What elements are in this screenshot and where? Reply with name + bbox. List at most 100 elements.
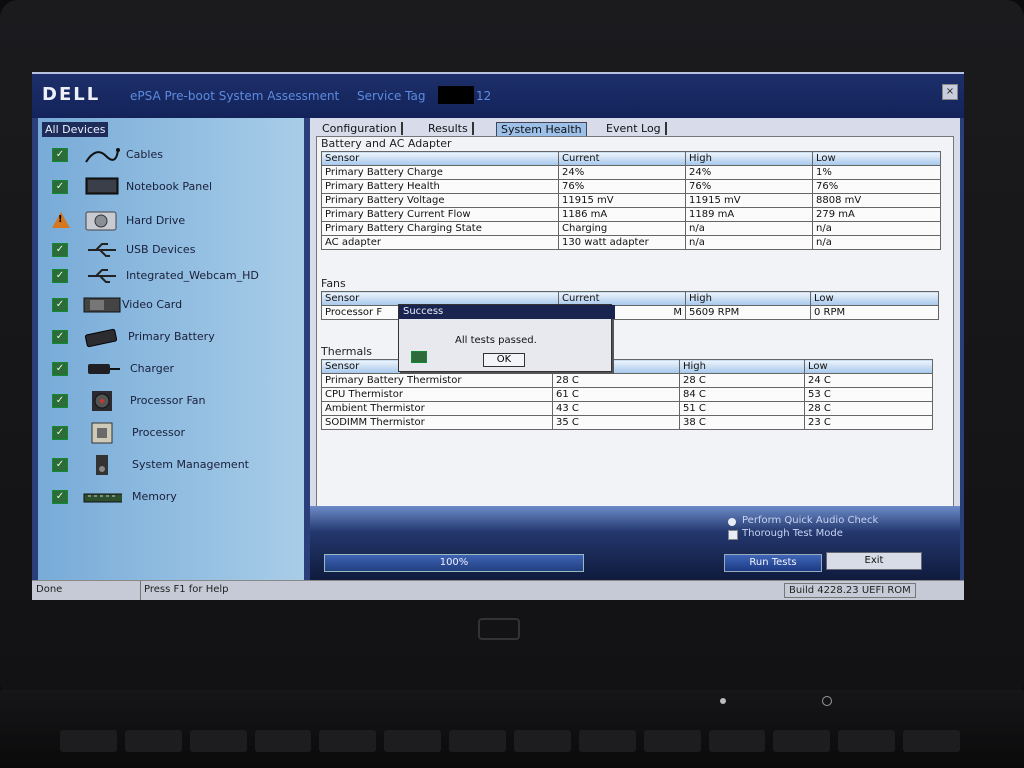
tab-results[interactable]: Results bbox=[424, 122, 474, 135]
warning-icon: ! bbox=[52, 212, 70, 228]
device-label: Processor bbox=[132, 426, 185, 439]
column-header: Current bbox=[558, 151, 686, 166]
table-cell: Primary Battery Voltage bbox=[321, 193, 559, 208]
ok-button[interactable]: OK bbox=[483, 353, 525, 367]
battery-table: Sensor Current High Low Primary Battery … bbox=[321, 151, 941, 250]
table-row: Primary Battery Charge 24% 24% 1% bbox=[321, 165, 941, 180]
help-hint: Press F1 for Help bbox=[144, 584, 229, 595]
table-cell: Primary Battery Charging State bbox=[321, 221, 559, 236]
laptop-icon bbox=[85, 177, 119, 195]
key bbox=[773, 730, 831, 752]
pass-check-icon: ✓ bbox=[52, 394, 68, 408]
key bbox=[449, 730, 507, 752]
tab-configuration[interactable]: Configuration bbox=[318, 122, 403, 135]
device-item-primary-battery[interactable]: ✓ Primary Battery bbox=[38, 326, 304, 352]
device-item-usb-devices[interactable]: ✓ USB Devices bbox=[38, 239, 304, 265]
tab-system-health[interactable]: System Health bbox=[496, 122, 587, 137]
device-label: Primary Battery bbox=[128, 330, 215, 343]
table-row: Primary Battery Charging State Charging n/… bbox=[321, 221, 941, 236]
device-label: Processor Fan bbox=[130, 394, 206, 407]
table-cell: 84 C bbox=[679, 387, 805, 402]
device-item-system-management[interactable]: ✓ System Management bbox=[38, 454, 304, 480]
device-item-processor-fan[interactable]: ✓ Processor Fan bbox=[38, 390, 304, 416]
table-cell: 35 C bbox=[552, 415, 680, 430]
table-cell: 53 C bbox=[804, 387, 933, 402]
run-tests-button[interactable]: Run Tests bbox=[724, 554, 822, 572]
table-cell: 1% bbox=[812, 165, 941, 180]
key bbox=[838, 730, 896, 752]
table-cell: SODIMM Thermistor bbox=[321, 415, 553, 430]
fans-section-title: Fans bbox=[321, 277, 346, 290]
charger-icon bbox=[88, 364, 120, 374]
table-cell: AC adapter bbox=[321, 235, 559, 250]
column-header: Low bbox=[810, 291, 939, 306]
device-list-panel: All Devices ✓ Cables ✓ Notebook Panel ! … bbox=[38, 118, 304, 580]
build-info: Build 4228.23 UEFI ROM bbox=[784, 583, 916, 598]
table-cell: 279 mA bbox=[812, 207, 941, 222]
table-cell: 61 C bbox=[552, 387, 680, 402]
video-card-icon bbox=[83, 297, 121, 313]
table-cell: Primary Battery Charge bbox=[321, 165, 559, 180]
key bbox=[124, 730, 182, 752]
dialog-message: All tests passed. bbox=[455, 335, 537, 346]
tab-event-log[interactable]: Event Log bbox=[602, 122, 667, 135]
pass-check-icon: ✓ bbox=[52, 362, 68, 376]
thorough-mode-checkbox[interactable] bbox=[728, 530, 738, 540]
device-label: Hard Drive bbox=[126, 214, 186, 227]
device-item-processor[interactable]: ✓ Processor bbox=[38, 422, 304, 448]
pass-check-icon: ✓ bbox=[52, 148, 68, 162]
hinge-logo bbox=[478, 618, 520, 640]
device-item-memory[interactable]: ✓ Memory bbox=[38, 486, 304, 512]
device-item-charger[interactable]: ✓ Charger bbox=[38, 358, 304, 384]
table-cell: 76% bbox=[558, 179, 686, 194]
power-indicator bbox=[822, 696, 832, 706]
table-cell: Primary Battery Current Flow bbox=[321, 207, 559, 222]
all-devices-header[interactable]: All Devices bbox=[42, 122, 109, 137]
table-row: Primary Battery Thermistor 28 C 28 C 24 C bbox=[321, 373, 933, 388]
dell-logo: DELL bbox=[42, 84, 101, 105]
device-item-video-card[interactable]: ✓ Video Card bbox=[38, 294, 304, 320]
table-row: CPU Thermistor 61 C 84 C 53 C bbox=[321, 387, 933, 402]
column-header: High bbox=[685, 291, 811, 306]
table-cell: 1186 mA bbox=[558, 207, 686, 222]
pass-check-icon: ✓ bbox=[52, 458, 68, 472]
table-cell: 24 C bbox=[804, 373, 933, 388]
close-button[interactable]: × bbox=[942, 84, 958, 100]
quick-audio-radio[interactable] bbox=[728, 518, 736, 526]
dialog-title: Success bbox=[399, 305, 615, 319]
device-item-cables[interactable]: ✓ Cables bbox=[38, 144, 304, 170]
success-dialog: Success All tests passed. OK bbox=[398, 304, 615, 372]
table-cell: 76% bbox=[685, 179, 813, 194]
device-item-webcam[interactable]: ✓ Integrated_Webcam_HD bbox=[38, 265, 304, 291]
key bbox=[708, 730, 766, 752]
processor-icon bbox=[91, 422, 113, 444]
success-check-icon bbox=[411, 351, 427, 363]
battery-section-title: Battery and AC Adapter bbox=[321, 137, 452, 150]
table-row: SODIMM Thermistor 35 C 38 C 23 C bbox=[321, 415, 933, 430]
exit-button[interactable]: Exit bbox=[826, 552, 922, 570]
table-cell: n/a bbox=[685, 221, 813, 236]
key bbox=[60, 730, 117, 752]
divider bbox=[140, 581, 141, 600]
pass-check-icon: ✓ bbox=[52, 330, 68, 344]
usb-icon bbox=[88, 243, 116, 257]
device-item-notebook-panel[interactable]: ✓ Notebook Panel bbox=[38, 176, 304, 202]
control-area: Perform Quick Audio Check Thorough Test … bbox=[310, 506, 960, 580]
table-cell: Ambient Thermistor bbox=[321, 401, 553, 416]
table-cell: 28 C bbox=[552, 373, 680, 388]
device-item-hard-drive[interactable]: ! Hard Drive bbox=[38, 210, 304, 236]
status-text: Done bbox=[36, 584, 63, 595]
pass-check-icon: ✓ bbox=[52, 298, 68, 312]
table-cell: 51 C bbox=[679, 401, 805, 416]
table-cell: 5609 RPM bbox=[685, 305, 811, 320]
usb-icon bbox=[88, 269, 116, 283]
table-cell: 11915 mV bbox=[685, 193, 813, 208]
table-cell: 8808 mV bbox=[812, 193, 941, 208]
progress-bar: 100% bbox=[324, 554, 584, 572]
app-title: ePSA Pre-boot System Assessment bbox=[130, 89, 340, 103]
table-cell: Primary Battery Health bbox=[321, 179, 559, 194]
column-header: Sensor bbox=[321, 151, 559, 166]
device-label: Memory bbox=[132, 490, 177, 503]
table-cell: n/a bbox=[812, 235, 941, 250]
key bbox=[384, 730, 442, 752]
